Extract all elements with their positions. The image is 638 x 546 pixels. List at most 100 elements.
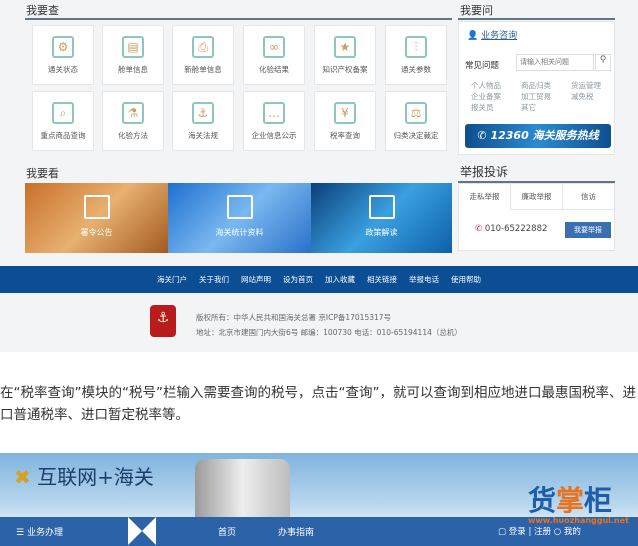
mine-link[interactable]: 我的	[564, 527, 581, 537]
tile-money[interactable]: ¥ 税率查询	[314, 91, 376, 151]
banner-title: 互联网+海关	[37, 465, 154, 489]
gavel-icon: ⚖	[405, 102, 427, 124]
certificate-icon: ★	[334, 36, 356, 58]
faq-label: 常见问题	[465, 61, 500, 71]
ask-title: 我要问	[460, 4, 493, 17]
query-title: 我要查	[26, 4, 59, 17]
flask-icon: ⚗	[122, 102, 144, 124]
money-icon: ¥	[334, 102, 356, 124]
nav-home[interactable]: 首页	[218, 525, 236, 538]
hotline-banner[interactable]: ✆ 12360 海关服务热线	[465, 124, 611, 148]
customs-emblem-icon: ✖	[14, 465, 31, 489]
tile-label: 舱单信息	[118, 65, 148, 74]
flow-icon: ⚙	[52, 36, 74, 58]
panel-policy[interactable]: 政策解读	[311, 183, 452, 253]
divider	[458, 18, 615, 20]
faq-link[interactable]: 个人物品	[471, 80, 521, 91]
footer-link[interactable]: 海关门户	[157, 274, 187, 285]
tile-label: 企业信息公示	[251, 131, 297, 140]
tile-label: 化验方法	[118, 131, 148, 140]
tile-label: 海关法规	[188, 131, 218, 140]
tile-bag-search[interactable]: ⌕ 重点商品查询	[32, 91, 94, 151]
sliders-icon: ⫶	[405, 36, 427, 58]
customs-logo: ⚓	[150, 305, 176, 337]
report-title: 举报投诉	[460, 165, 509, 179]
banner-nav: ☰ 业务办理 首页 办事指南 ▢ 登录 | 注册 ○ 我的 www.huozha…	[0, 516, 638, 546]
tile-chat[interactable]: … 企业信息公示	[243, 91, 305, 151]
tile-certificate[interactable]: ★ 知识产权备案	[314, 25, 376, 85]
tile-link[interactable]: ∞ 化验结果	[243, 25, 305, 85]
footer-link[interactable]: 网站声明	[241, 274, 271, 285]
faq-link[interactable]: 其它	[521, 102, 571, 113]
address: 地址：北京市建国门内大街6号 邮编：100730 电话：010-65194114…	[196, 328, 462, 337]
faq-link[interactable]: 加工贸易	[521, 91, 571, 102]
tile-document[interactable]: ▤ 舱单信息	[102, 25, 164, 85]
document-icon: ▤	[122, 36, 144, 58]
watch-title: 我要看	[26, 167, 59, 180]
phone-icon: ✆	[475, 224, 483, 234]
tab-integrity[interactable]: 廉政举报	[510, 184, 562, 210]
tab-smuggling[interactable]: 走私举报	[459, 184, 510, 210]
footer-link[interactable]: 关于我们	[199, 274, 229, 285]
user-icon: ○	[553, 527, 562, 537]
faq-link[interactable]: 报关员	[471, 102, 521, 113]
book-icon	[368, 195, 395, 219]
report-panel: 走私举报 廉政举报 信访 ✆ 010-65222882 我要举报	[458, 183, 615, 251]
anchor-icon: ⚓	[192, 102, 214, 124]
footer-nav: 海关门户 关于我们 网站声明 设为首页 加入收藏 相关链接 举报电话 使用帮助	[0, 266, 638, 293]
tile-label: 重点商品查询	[40, 131, 86, 140]
faq-search-input[interactable]	[516, 54, 594, 71]
tab-petition[interactable]: 信访	[562, 184, 614, 210]
tile-label: 知识产权备案	[322, 65, 368, 74]
login-link[interactable]: 登录	[509, 527, 526, 537]
tile-label: 通关参数	[401, 65, 431, 74]
tile-flask[interactable]: ⚗ 化验方法	[102, 91, 164, 151]
nav-guide[interactable]: 办事指南	[278, 525, 314, 538]
bag-search-icon: ⌕	[52, 102, 74, 124]
tile-sliders[interactable]: ⫶ 通关参数	[385, 25, 447, 85]
tile-label: 归类决定裁定	[393, 131, 439, 140]
user-icon: 👤	[467, 31, 479, 41]
chat-icon: …	[263, 102, 285, 124]
footer-link[interactable]: 举报电话	[409, 274, 439, 285]
footer-link[interactable]: 设为首页	[283, 274, 313, 285]
faq-link[interactable]: 企业备案	[471, 91, 521, 102]
tile-label: 税率查询	[330, 131, 360, 140]
business-menu[interactable]: ☰ 业务办理	[16, 525, 63, 538]
faq-link[interactable]: 货运管理	[571, 80, 611, 91]
consult-link[interactable]: 👤 业务咨询	[467, 28, 517, 41]
watermark-logo: 货掌柜	[528, 484, 613, 517]
panel-statistics[interactable]: 海关统计资料	[168, 183, 311, 253]
report-button[interactable]: 我要举报	[565, 222, 611, 238]
tile-flow[interactable]: ⚙ 通关状态	[32, 25, 94, 85]
tile-label: 新舱单信息	[184, 65, 222, 74]
footer-link[interactable]: 使用帮助	[451, 274, 481, 285]
tile-printer[interactable]: ⎙ 新舱单信息	[172, 25, 234, 85]
ask-panel: 👤 业务咨询 常见问题 ⚲ 个人物品商品归类货运管理企业备案加工贸易减免税报关员…	[458, 21, 615, 155]
tile-label: 化验结果	[259, 65, 289, 74]
search-icon[interactable]: ⚲	[595, 54, 611, 71]
printer-icon: ⎙	[192, 36, 214, 58]
report-phone: 010-65222882	[484, 224, 548, 234]
tile-gavel[interactable]: ⚖ 归类决定裁定	[385, 91, 447, 151]
faq-link[interactable]: 商品归类	[521, 80, 571, 91]
building-image	[195, 459, 290, 523]
divider	[25, 18, 452, 20]
divider	[128, 517, 156, 545]
tile-anchor[interactable]: ⚓ 海关法规	[172, 91, 234, 151]
footer-link[interactable]: 相关链接	[367, 274, 397, 285]
footer-link[interactable]: 加入收藏	[325, 274, 355, 285]
copyright: 版权所有：中华人民共和国海关总署 京ICP备17015317号	[196, 313, 392, 322]
instruction-paragraph: 在“税率查询”模块的“税号”栏输入需要查询的税号，点击“查询”，就可以查询到相应…	[0, 385, 636, 423]
chart-icon	[226, 195, 253, 219]
register-link[interactable]: 注册	[534, 527, 551, 537]
link-icon: ∞	[263, 36, 285, 58]
tile-label: 通关状态	[48, 65, 78, 74]
faq-link[interactable]: 减免税	[571, 91, 611, 102]
login-icon: ▢	[498, 527, 507, 537]
menu-icon: ☰	[16, 528, 25, 538]
panel-announcements[interactable]: 署令公告	[25, 183, 168, 253]
phone-icon: ✆	[477, 129, 487, 142]
watermark-url: www.huozhanggui.net	[528, 516, 629, 525]
notice-board-icon	[83, 195, 110, 219]
